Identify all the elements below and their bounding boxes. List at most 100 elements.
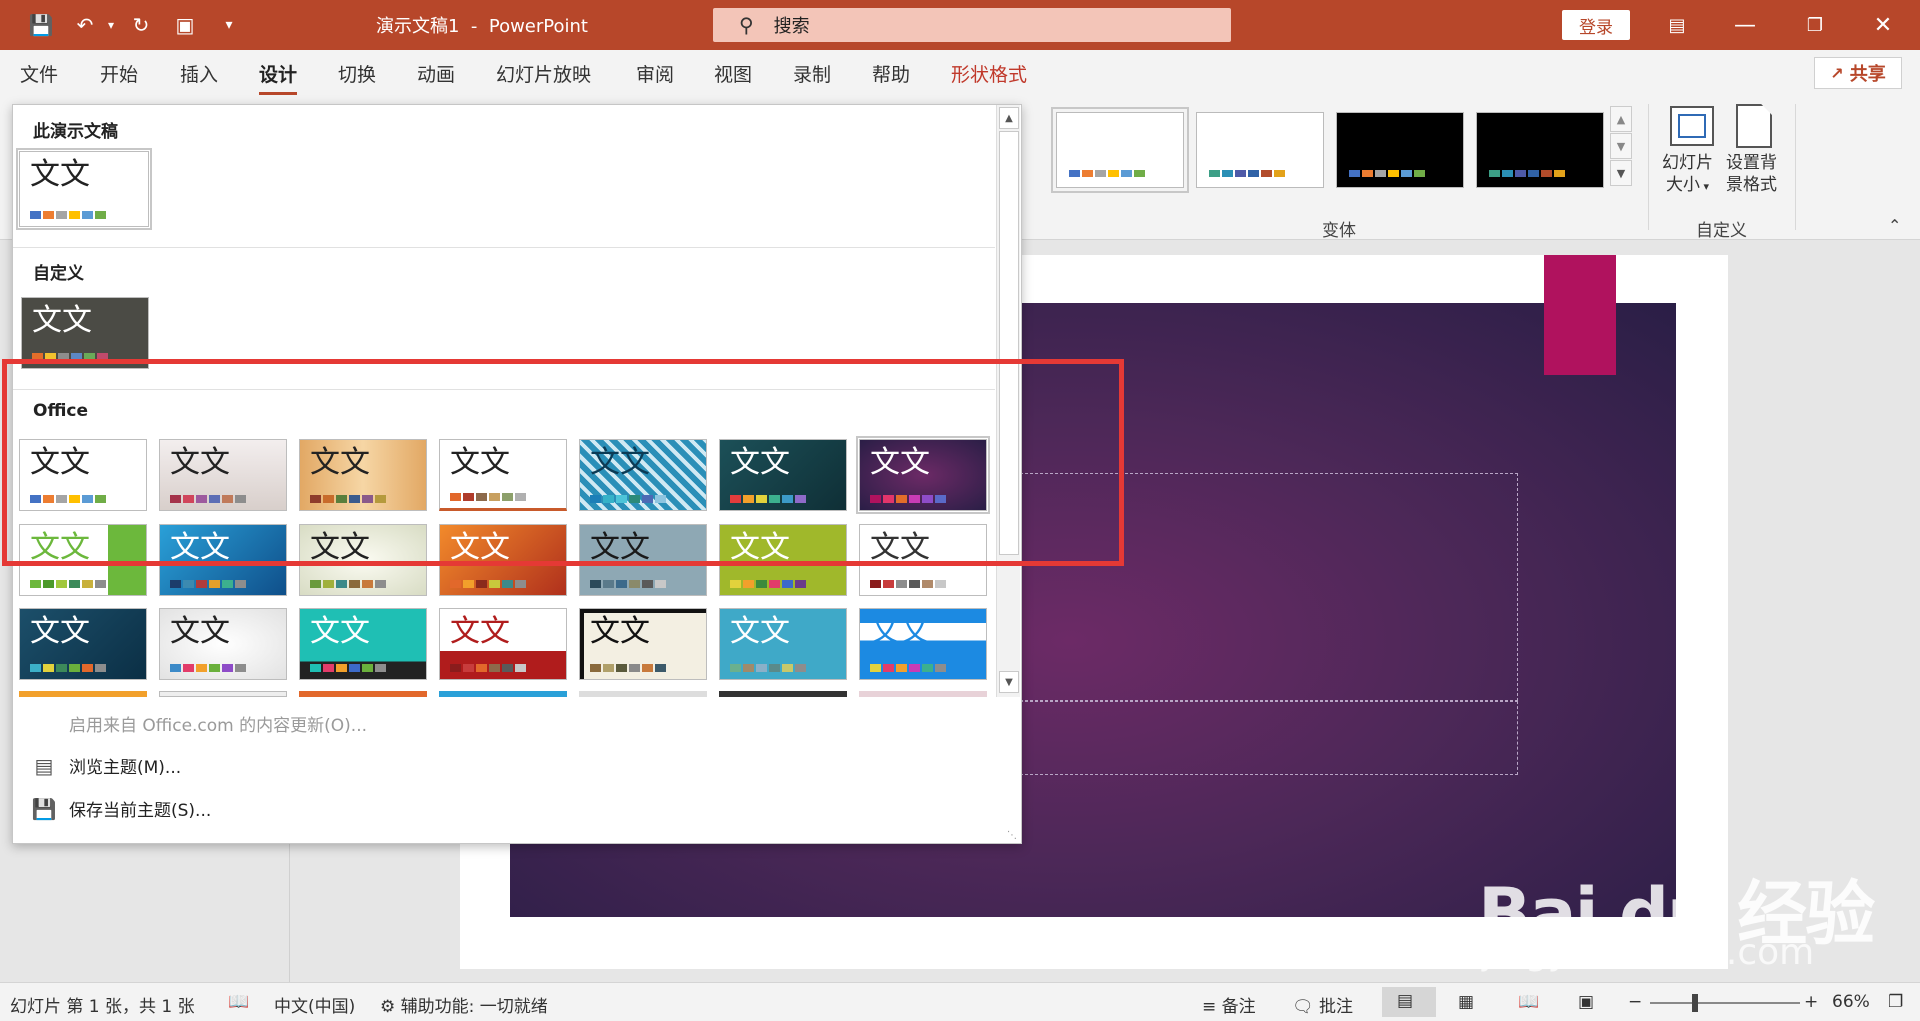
- document-name: 演示文稿1: [376, 16, 460, 37]
- tab-design[interactable]: 设计: [259, 60, 298, 95]
- theme-18[interactable]: 文文: [439, 608, 567, 680]
- notes-button[interactable]: ≡ 备注: [1202, 992, 1256, 1017]
- resize-grip-icon[interactable]: ⋱: [1007, 830, 1017, 841]
- share-label: 共享: [1849, 64, 1886, 85]
- title-bar: 💾 ↶ ▾ ↻ ▣ ▾ 演示文稿1 - PowerPoint ⚲ 搜索 登录 ▤…: [0, 0, 1920, 50]
- browse-themes-item[interactable]: ▤ 浏览主题(M)...: [31, 753, 182, 779]
- tab-file[interactable]: 文件: [20, 60, 58, 87]
- fit-slide-icon[interactable]: ❐: [1888, 992, 1903, 1012]
- theme-20[interactable]: 文文: [719, 608, 847, 680]
- subtitle-placeholder[interactable]: [1020, 701, 1518, 775]
- save-theme-item[interactable]: 💾 保存当前主题(S)...: [31, 796, 212, 822]
- tab-record[interactable]: 录制: [793, 60, 831, 87]
- comments-label: 批注: [1319, 997, 1353, 1017]
- login-button[interactable]: 登录: [1562, 10, 1630, 40]
- tab-insert[interactable]: 插入: [180, 60, 218, 87]
- zoom-out-icon[interactable]: −: [1628, 992, 1642, 1012]
- tab-transitions[interactable]: 切换: [338, 60, 376, 87]
- variant-scroll-down[interactable]: ▼: [1610, 133, 1632, 159]
- variant-more-icon[interactable]: ▼: [1610, 160, 1632, 186]
- tab-review[interactable]: 审阅: [636, 60, 674, 87]
- theme-17[interactable]: 文文: [299, 608, 427, 680]
- variant-swatches: [1349, 170, 1425, 177]
- comments-button[interactable]: 🗨 批注: [1292, 992, 1353, 1017]
- customize-quick-access-icon[interactable]: ▾: [216, 12, 242, 38]
- blank-icon: [31, 713, 57, 735]
- accessibility-status[interactable]: ⚙ 辅助功能: 一切就绪: [380, 992, 548, 1017]
- undo-icon[interactable]: ↶: [72, 12, 98, 38]
- scroll-up-icon[interactable]: ▲: [999, 107, 1019, 129]
- zoom-slider-thumb[interactable]: [1692, 994, 1698, 1012]
- theme-15[interactable]: 文文: [19, 608, 147, 680]
- tab-home[interactable]: 开始: [100, 60, 138, 87]
- slide-size-button[interactable]: 幻灯片 大小 ▾: [1662, 152, 1713, 198]
- search-box[interactable]: ⚲ 搜索: [713, 8, 1231, 42]
- theme-preview-text: 文文: [730, 614, 790, 649]
- slide-size-icon[interactable]: [1670, 106, 1714, 146]
- tab-help[interactable]: 帮助: [872, 60, 910, 87]
- variant-swatches: [1209, 170, 1285, 177]
- gallery-row-partial: [19, 691, 987, 697]
- theme-swatches: [590, 580, 666, 588]
- variant-swatches: [1069, 170, 1145, 177]
- theme-swatches: [730, 580, 806, 588]
- variant-2[interactable]: [1196, 112, 1324, 188]
- scroll-down-icon[interactable]: ▼: [999, 671, 1019, 693]
- share-button[interactable]: ↗ 共享: [1814, 57, 1902, 89]
- customize-group-label: 自定义: [1696, 221, 1747, 241]
- slideshow-view-icon[interactable]: ▣: [1578, 992, 1594, 1012]
- notes-icon: ≡: [1202, 997, 1217, 1017]
- restore-icon[interactable]: ❐: [1800, 10, 1830, 40]
- theme-preview-text: 文文: [170, 614, 230, 649]
- close-icon[interactable]: ✕: [1868, 10, 1898, 40]
- variant-4[interactable]: [1476, 112, 1604, 188]
- theme-swatches: [30, 211, 106, 219]
- zoom-in-icon[interactable]: +: [1804, 992, 1818, 1012]
- search-icon: ⚲: [739, 13, 754, 37]
- search-placeholder: 搜索: [773, 16, 810, 37]
- theme-preview-text: 文文: [310, 614, 370, 649]
- theme-21[interactable]: 文文: [859, 608, 987, 680]
- tab-view[interactable]: 视图: [714, 60, 752, 87]
- slide-sorter-icon[interactable]: ▦: [1458, 992, 1474, 1012]
- minimize-icon[interactable]: —: [1730, 10, 1760, 40]
- notes-label: 备注: [1221, 997, 1256, 1017]
- theme-swatches: [730, 664, 806, 672]
- redo-icon[interactable]: ↻: [128, 12, 154, 38]
- collapse-ribbon-icon[interactable]: ⌃: [1888, 216, 1901, 235]
- bg-format-label-1: 设置背: [1726, 153, 1777, 173]
- variant-1[interactable]: [1051, 107, 1189, 193]
- group-divider: [1648, 104, 1649, 230]
- share-icon: ↗: [1830, 63, 1844, 83]
- bg-format-label-2: 景格式: [1726, 175, 1777, 195]
- theme-current[interactable]: 文文: [16, 148, 152, 230]
- present-icon[interactable]: ▣: [172, 12, 198, 38]
- chevron-down-icon: ▾: [1699, 180, 1710, 193]
- background-format-button[interactable]: 设置背 景格式: [1726, 152, 1777, 196]
- accessibility-label: 辅助功能: 一切就绪: [400, 997, 548, 1017]
- group-divider: [1795, 104, 1796, 230]
- variant-scroll-up[interactable]: ▲: [1610, 106, 1632, 132]
- normal-view-icon: ▤: [1397, 991, 1414, 1011]
- theme-preview-text: 文文: [30, 614, 90, 649]
- slide-size-label-2: 大小: [1665, 175, 1700, 195]
- slide-bookmark-decoration: [1544, 255, 1616, 375]
- undo-dropdown-icon[interactable]: ▾: [98, 12, 124, 38]
- theme-preview-text: 文文: [870, 614, 930, 649]
- variant-3[interactable]: [1336, 112, 1464, 188]
- ribbon-display-icon[interactable]: ▤: [1662, 10, 1692, 40]
- theme-19[interactable]: 文文: [579, 608, 707, 680]
- theme-preview-text: 文文: [590, 614, 650, 649]
- background-format-icon[interactable]: [1736, 104, 1772, 148]
- zoom-slider-track[interactable]: [1650, 1002, 1800, 1004]
- spelling-icon[interactable]: 📖: [228, 992, 249, 1012]
- theme-16[interactable]: 文文: [159, 608, 287, 680]
- tab-shape-format[interactable]: 形状格式: [951, 60, 1027, 87]
- zoom-level[interactable]: 66%: [1832, 992, 1870, 1012]
- language-indicator[interactable]: 中文(中国): [274, 992, 355, 1017]
- save-icon[interactable]: 💾: [28, 12, 54, 38]
- tab-slideshow[interactable]: 幻灯片放映: [496, 60, 591, 87]
- reading-view-icon[interactable]: 📖: [1518, 992, 1539, 1012]
- highlight-annotation: [2, 359, 1124, 566]
- tab-animations[interactable]: 动画: [417, 60, 455, 87]
